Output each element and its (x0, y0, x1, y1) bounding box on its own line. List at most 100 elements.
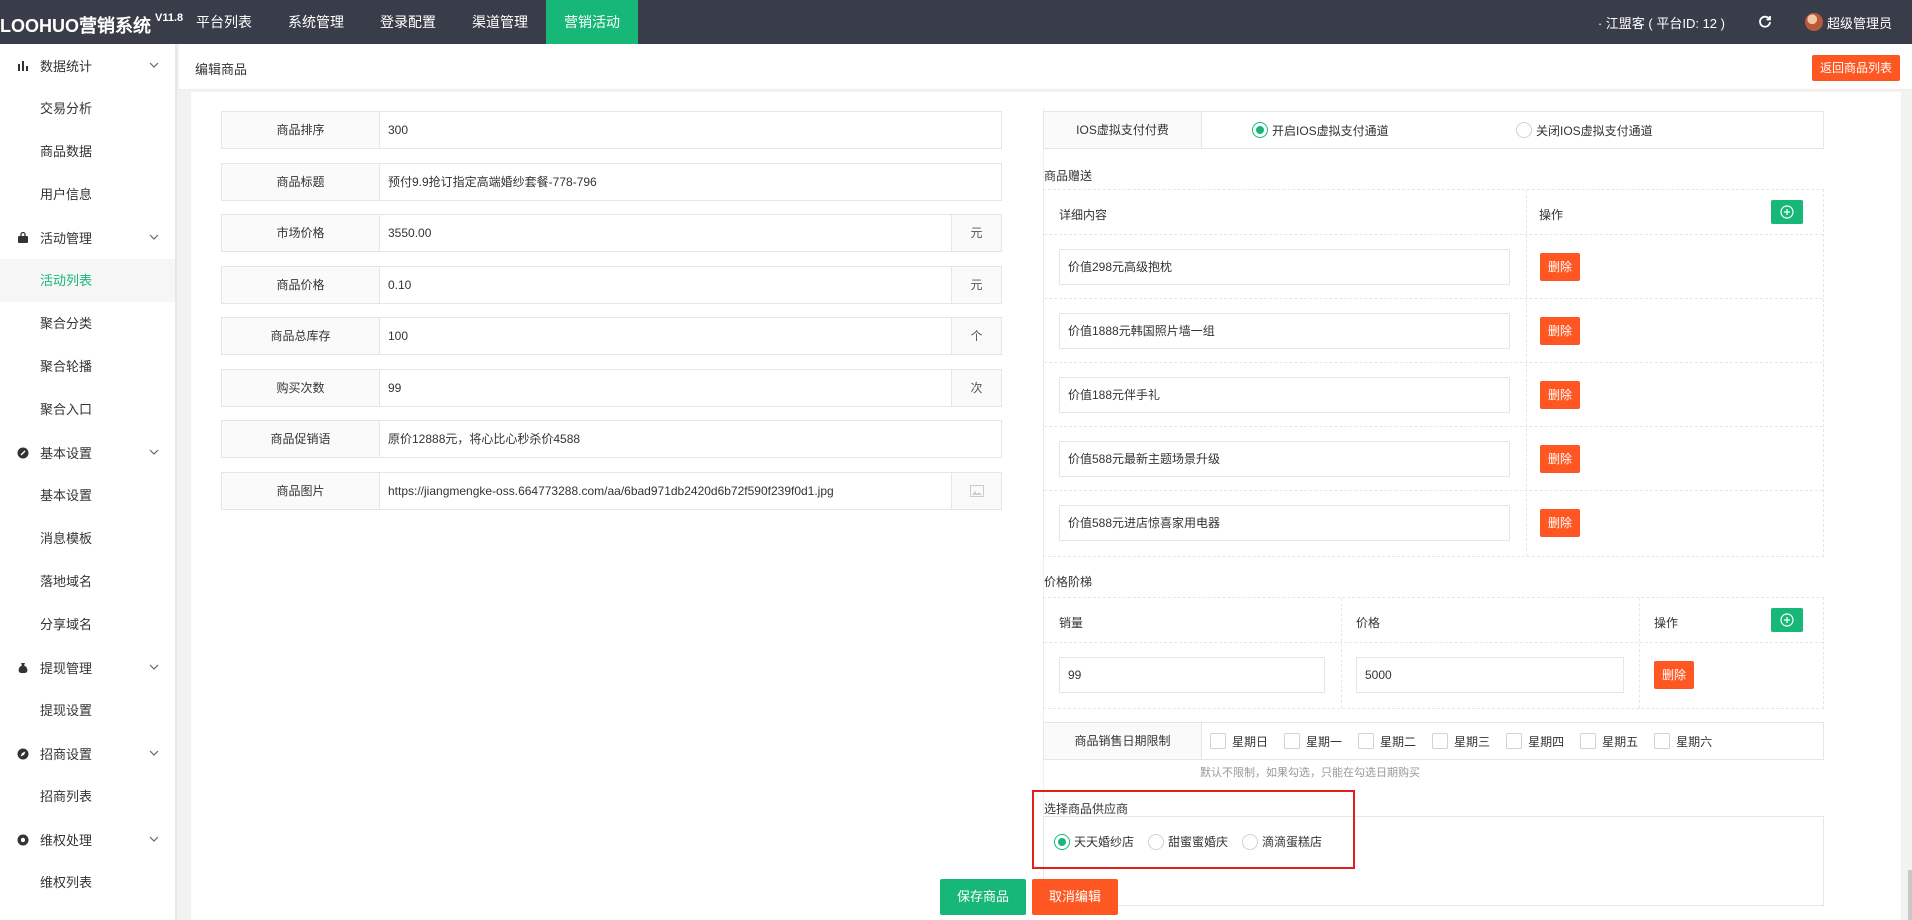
sidebar-group-basic-settings[interactable]: 基本设置 (0, 431, 175, 474)
field-stock: 商品总库存 100 个 (221, 317, 1002, 355)
sidebar-item-aggregate-entry[interactable]: 聚合入口 (0, 388, 175, 431)
title-input[interactable]: 预付9.9抢订指定高端婚纱套餐-778-796 (380, 164, 1001, 200)
delete-gift-button[interactable]: 删除 (1540, 317, 1581, 345)
chevron-down-icon (149, 664, 159, 670)
row-separator (1044, 490, 1823, 491)
field-label: 商品价格 (222, 267, 380, 303)
sidebar-item-basic-settings[interactable]: 基本设置 (0, 474, 175, 517)
gift-input[interactable]: 价值188元伴手礼 (1059, 377, 1510, 413)
stock-input[interactable]: 100 (380, 318, 951, 354)
day-checkbox-friday[interactable]: 星期五 (1580, 733, 1638, 750)
date-limit-label: 商品销售日期限制 (1044, 723, 1202, 759)
nav-login-config[interactable]: 登录配置 (362, 0, 454, 44)
user-menu[interactable]: 超级管理员 (1804, 13, 1892, 32)
delete-gift-button[interactable]: 删除 (1540, 509, 1581, 537)
tier-price-input[interactable]: 5000 (1356, 657, 1624, 693)
day-checkbox-monday[interactable]: 星期一 (1284, 733, 1342, 750)
image-icon[interactable] (951, 473, 1001, 509)
promo-input[interactable]: 原价12888元，将心比心秒杀价4588 (380, 421, 1001, 457)
price-input[interactable]: 0.10 (380, 267, 951, 303)
nav-channel-management[interactable]: 渠道管理 (454, 0, 546, 44)
gift-input[interactable]: 价值1888元韩国照片墙一组 (1059, 313, 1510, 349)
refresh-icon[interactable] (1755, 12, 1775, 32)
chevron-down-icon (149, 836, 159, 842)
ios-disable-radio[interactable]: 关闭IOS虚拟支付通道 (1516, 122, 1653, 139)
col-separator (1341, 598, 1342, 708)
sort-input[interactable]: 300 (380, 112, 1001, 148)
sidebar: 数据统计 交易分析 商品数据 用户信息 活动管理 活动列表 聚合分类 聚合轮播 … (0, 44, 177, 920)
field-label: 商品标题 (222, 164, 380, 200)
sidebar-group-activity-management[interactable]: 活动管理 (0, 216, 175, 259)
sidebar-item-share-domain[interactable]: 分享域名 (0, 603, 175, 646)
sidebar-item-message-template[interactable]: 消息模板 (0, 517, 175, 560)
nav-marketing-activity[interactable]: 营销活动 (546, 0, 638, 44)
cancel-edit-button[interactable]: 取消编辑 (1032, 879, 1118, 915)
day-label: 星期五 (1602, 734, 1639, 749)
purchase-count-input[interactable]: 99 (380, 370, 951, 406)
unit-label: 次 (951, 370, 1001, 406)
unit-label: 元 (951, 215, 1001, 251)
money-bag-icon (16, 661, 30, 675)
gifts-col-separator (1526, 190, 1527, 556)
top-bar: LOOHUO营销系统 V11.8 平台列表 系统管理 登录配置 渠道管理 营销活动… (0, 0, 1912, 44)
field-price: 商品价格 0.10 元 (221, 266, 1002, 304)
ios-payment-row: IOS虚拟支付付费 开启IOS虚拟支付通道 关闭IOS虚拟支付通道 (1043, 111, 1824, 149)
scrollbar[interactable] (1908, 870, 1912, 920)
field-label: 市场价格 (222, 215, 380, 251)
sidebar-group-merchant-settings[interactable]: 招商设置 (0, 732, 175, 775)
highlight-box (1032, 790, 1355, 869)
save-product-button[interactable]: 保存商品 (940, 879, 1026, 915)
app-logo[interactable]: LOOHUO营销系统 V11.8 (0, 0, 183, 44)
delete-tier-button[interactable]: 删除 (1654, 661, 1695, 689)
sidebar-item-aggregate-category[interactable]: 聚合分类 (0, 302, 175, 345)
day-checkbox-wednesday[interactable]: 星期三 (1432, 733, 1490, 750)
chevron-down-icon (149, 449, 159, 455)
sidebar-group-rights-protection[interactable]: 维权处理 (0, 818, 175, 861)
sidebar-item-user-info[interactable]: 用户信息 (0, 173, 175, 216)
day-checkbox-saturday[interactable]: 星期六 (1654, 733, 1712, 750)
day-checkbox-thursday[interactable]: 星期四 (1506, 733, 1564, 750)
field-sort: 商品排序 300 (221, 111, 1002, 149)
field-purchase-count: 购买次数 99 次 (221, 369, 1002, 407)
sidebar-item-product-data[interactable]: 商品数据 (0, 130, 175, 173)
sidebar-item-landing-domain[interactable]: 落地域名 (0, 560, 175, 603)
sidebar-item-merchant-list[interactable]: 招商列表 (0, 775, 175, 818)
sidebar-item-transaction-analysis[interactable]: 交易分析 (0, 87, 175, 130)
nav-system-management[interactable]: 系统管理 (270, 0, 362, 44)
day-checkbox-tuesday[interactable]: 星期二 (1358, 733, 1416, 750)
sidebar-item-rights-list[interactable]: 维权列表 (0, 861, 175, 904)
image-url-input[interactable]: https://jiangmengke-oss.664773288.com/aa… (380, 473, 951, 509)
bag-icon (16, 231, 30, 245)
day-label: 星期一 (1306, 734, 1343, 749)
nav-platform-list[interactable]: 平台列表 (178, 0, 270, 44)
market-price-input[interactable]: 3550.00 (380, 215, 951, 251)
ios-enable-radio[interactable]: 开启IOS虚拟支付通道 (1252, 122, 1389, 139)
gift-input[interactable]: 价值298元高级抱枕 (1059, 249, 1510, 285)
delete-gift-button[interactable]: 删除 (1540, 445, 1581, 473)
tier-sales-input[interactable]: 99 (1059, 657, 1325, 693)
gift-input[interactable]: 价值588元进店惊喜家用电器 (1059, 505, 1510, 541)
checkbox-icon (1654, 733, 1671, 749)
gift-input[interactable]: 价值588元最新主题场景升级 (1059, 441, 1510, 477)
add-gift-button[interactable] (1771, 200, 1803, 224)
date-limit-row: 商品销售日期限制 星期日 星期一 星期二 星期三 星期四 星期五 星期六 (1043, 722, 1824, 760)
sidebar-group-data-stats[interactable]: 数据统计 (0, 44, 175, 87)
add-tier-button[interactable] (1771, 608, 1803, 632)
back-to-list-button[interactable]: 返回商品列表 (1811, 55, 1900, 81)
sidebar-item-aggregate-carousel[interactable]: 聚合轮播 (0, 345, 175, 388)
sidebar-group-label: 数据统计 (40, 59, 93, 74)
day-label: 星期三 (1454, 734, 1491, 749)
day-label: 星期四 (1528, 734, 1565, 749)
user-name: 超级管理员 (1826, 15, 1892, 31)
sidebar-item-withdrawal-settings[interactable]: 提现设置 (0, 689, 175, 732)
sidebar-group-withdrawal-management[interactable]: 提现管理 (0, 646, 175, 689)
field-label: 商品总库存 (222, 318, 380, 354)
delete-gift-button[interactable]: 删除 (1540, 253, 1581, 281)
day-checkbox-sunday[interactable]: 星期日 (1210, 733, 1268, 750)
delete-gift-button[interactable]: 删除 (1540, 381, 1581, 409)
plus-circle-icon (1780, 613, 1794, 627)
radio-label: 关闭IOS虚拟支付通道 (1536, 123, 1653, 138)
sidebar-group-label: 基本设置 (40, 446, 93, 461)
sidebar-item-activity-list[interactable]: 活动列表 (0, 259, 175, 302)
gifts-col-action: 操作 (1539, 208, 1564, 222)
